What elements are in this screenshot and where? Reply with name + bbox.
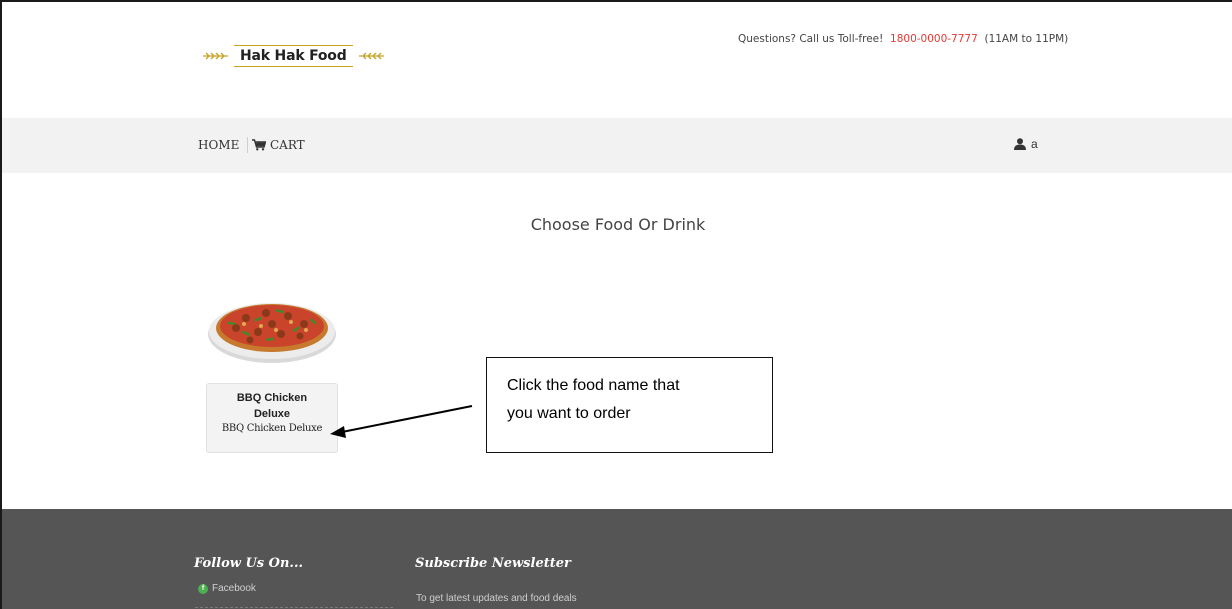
annotation-callout: Click the food name that you want to ord… bbox=[486, 357, 773, 453]
facebook-link[interactable]: f Facebook bbox=[198, 583, 256, 594]
contact-line: Questions? Call us Toll-free! 1800-0000-… bbox=[738, 33, 1068, 45]
follow-heading: Follow Us On... bbox=[194, 556, 303, 571]
user-icon bbox=[1014, 138, 1026, 150]
user-name: a bbox=[1031, 137, 1038, 151]
footer-divider bbox=[195, 607, 393, 608]
section-title: Choose Food Or Drink bbox=[530, 215, 706, 234]
phone-number[interactable]: 1800-0000-7777 bbox=[890, 33, 978, 45]
facebook-label: Facebook bbox=[212, 583, 256, 594]
food-name-link[interactable]: BBQ Chicken Deluxe bbox=[207, 390, 337, 422]
cart-icon bbox=[252, 139, 266, 151]
annotation-arrow bbox=[330, 405, 473, 438]
wheat-left-icon bbox=[203, 52, 228, 60]
food-subtitle: BBQ Chicken Deluxe bbox=[221, 423, 323, 434]
hours-text: (11AM to 11PM) bbox=[984, 33, 1069, 45]
questions-text: Questions? Call us Toll-free! bbox=[738, 33, 884, 45]
facebook-icon: f bbox=[198, 583, 208, 594]
footer: Follow Us On... f Facebook Subscribe New… bbox=[2, 509, 1232, 609]
callout-line2: you want to order bbox=[507, 405, 631, 422]
nav-home-link[interactable]: HOME bbox=[198, 137, 249, 153]
page-frame: Hak Hak Food Questions? Call us Toll-fre… bbox=[0, 0, 1232, 609]
callout-line1: Click the food name that bbox=[507, 377, 680, 394]
brand-name: Hak Hak Food bbox=[234, 45, 353, 67]
food-title-text: BBQ Chicken Deluxe bbox=[236, 392, 308, 420]
subscribe-heading: Subscribe Newsletter bbox=[415, 556, 571, 571]
pizza-image[interactable] bbox=[206, 288, 338, 368]
wheat-right-icon bbox=[358, 52, 384, 60]
site-logo[interactable]: Hak Hak Food bbox=[202, 43, 385, 69]
nav-bar: HOME CART a bbox=[2, 118, 1232, 173]
subscribe-text: To get latest updates and food deals bbox=[416, 593, 577, 604]
nav-cart-link[interactable]: CART bbox=[252, 137, 305, 153]
user-menu[interactable]: a bbox=[1014, 137, 1038, 151]
cart-label: CART bbox=[270, 138, 305, 152]
food-card[interactable]: BBQ Chicken Deluxe BBQ Chicken Deluxe bbox=[206, 383, 338, 453]
